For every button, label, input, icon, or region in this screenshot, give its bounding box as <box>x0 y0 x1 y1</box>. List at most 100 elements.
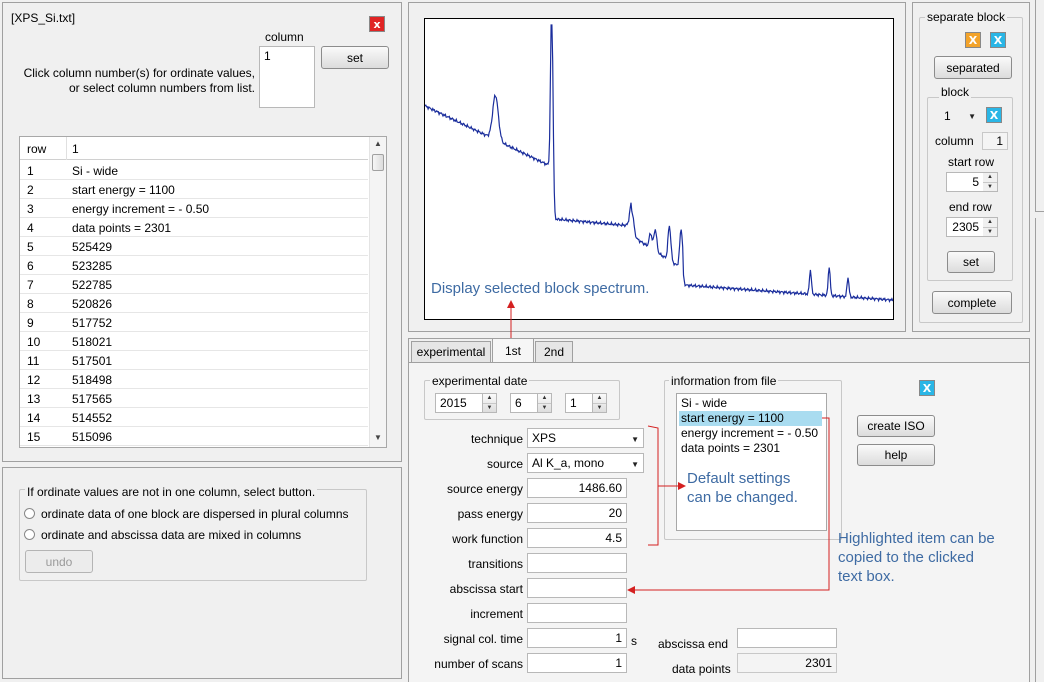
set-column-button[interactable]: set <box>321 46 389 69</box>
block-column-label: column <box>935 134 974 148</box>
radio-dispersed[interactable] <box>24 508 35 519</box>
blue-x-icon[interactable]: X <box>990 32 1006 48</box>
start-row-field[interactable]: 5 ▲ ▼ <box>946 172 998 192</box>
row-value: 517752 <box>72 316 113 330</box>
block-select[interactable]: 1 ▼ <box>939 105 981 126</box>
transitions-field[interactable] <box>527 553 627 573</box>
row-number: 2 <box>27 183 34 197</box>
source-value: Al K_a, mono <box>532 456 605 470</box>
table-row[interactable]: 13 517565 <box>20 389 368 408</box>
data-points-field: 2301 <box>737 653 837 673</box>
scroll-thumb[interactable] <box>372 154 384 171</box>
help-button[interactable]: help <box>857 444 935 466</box>
scroll-down-icon[interactable]: ▼ <box>370 433 386 445</box>
signal-time-field[interactable]: 1 <box>527 628 627 648</box>
info-listbox[interactable]: Si - wide start energy = 1100 energy incre… <box>676 393 827 531</box>
tab-experimental[interactable]: experimental <box>411 341 491 362</box>
scans-field[interactable]: 1 <box>527 653 627 673</box>
table-row[interactable]: 3 energy increment = - 0.50 <box>20 199 368 218</box>
table-row[interactable]: 6 523285 <box>20 256 368 275</box>
table-row[interactable]: 14 514552 <box>20 408 368 427</box>
info-list-item[interactable]: start energy = 1100 <box>679 411 822 426</box>
row-value: 517501 <box>72 354 113 368</box>
table-row[interactable]: 9 517752 <box>20 313 368 332</box>
table-row[interactable]: 5 525429 <box>20 237 368 256</box>
chevron-down-icon[interactable]: ▼ <box>968 112 976 121</box>
radio-mixed[interactable] <box>24 529 35 540</box>
day-spinner[interactable]: ▲ ▼ <box>592 394 606 412</box>
technique-select[interactable]: XPS ▼ <box>527 428 644 448</box>
default-settings-note: Default settings can be changed. <box>687 469 798 507</box>
month-spinner[interactable]: ▲ ▼ <box>537 394 551 412</box>
block-value: 1 <box>944 108 951 123</box>
info-list-item[interactable]: Si - wide <box>679 396 822 411</box>
instruction-line-1: Click column number(s) for ordinate valu… <box>23 66 255 80</box>
work-function-field[interactable]: 4.5 <box>527 528 627 548</box>
table-scrollbar[interactable]: ▲ ▼ <box>369 137 386 447</box>
tab-1st[interactable]: 1st <box>492 338 534 362</box>
start-row-spinner[interactable]: ▲ ▼ <box>983 173 997 191</box>
year-spinner[interactable]: ▲ ▼ <box>482 394 496 412</box>
table-row[interactable]: 10 518021 <box>20 332 368 351</box>
table-row[interactable]: 7 522785 <box>20 275 368 294</box>
complete-button[interactable]: complete <box>932 291 1012 314</box>
table-header: row 1 <box>20 137 368 160</box>
abscissa-end-label: abscissa end <box>658 637 729 651</box>
abscissa-end-field[interactable] <box>737 628 837 648</box>
table-row[interactable]: 4 data points = 2301 <box>20 218 368 237</box>
scans-label: number of scans <box>434 657 523 671</box>
info-list-item[interactable]: data points = 2301 <box>679 441 822 456</box>
row-value: 518021 <box>72 335 113 349</box>
info-close-icon[interactable]: X <box>919 380 935 396</box>
work-function-label: work function <box>452 532 523 546</box>
table-row[interactable]: 11 517501 <box>20 351 368 370</box>
radio-dispersed-label[interactable]: ordinate data of one block are dispersed… <box>41 507 349 521</box>
close-icon[interactable]: x <box>369 16 385 32</box>
technique-label: technique <box>470 432 523 446</box>
separated-button[interactable]: separated <box>934 56 1012 79</box>
abscissa-start-field[interactable] <box>527 578 627 598</box>
row-number: 6 <box>27 259 34 273</box>
table-row[interactable]: 1 Si - wide <box>20 161 368 180</box>
table-row[interactable]: 15 515096 <box>20 427 368 446</box>
source-select[interactable]: Al K_a, mono ▼ <box>527 453 644 473</box>
create-iso-button[interactable]: create ISO <box>857 415 935 437</box>
block-set-button[interactable]: set <box>947 251 995 273</box>
row-value: 525429 <box>72 240 113 254</box>
end-row-field[interactable]: 2305 ▲ ▼ <box>946 217 998 237</box>
row-value: start energy = 1100 <box>72 183 175 197</box>
source-label: source <box>486 457 523 471</box>
column-listbox[interactable]: 1 <box>259 46 315 108</box>
abscissa-start-label: abscissa start <box>449 582 523 596</box>
month-field[interactable]: 6 ▲ ▼ <box>510 393 552 413</box>
source-energy-field[interactable]: 1486.60 <box>527 478 627 498</box>
highlight-note-line-1: Highlighted item can be <box>838 530 995 547</box>
info-list-item[interactable]: energy increment = - 0.50 <box>679 426 822 441</box>
separate-block-title: separate block <box>925 10 1008 24</box>
right-edge-divider <box>1035 0 1044 212</box>
radio-mixed-label[interactable]: ordinate and abscissa data are mixed in … <box>41 528 301 542</box>
highlight-note: Highlighted item can be copied to the cl… <box>838 529 995 586</box>
table-row[interactable]: 2 start energy = 1100 <box>20 180 368 199</box>
orange-x-icon[interactable]: X <box>965 32 981 48</box>
day-field[interactable]: 1 ▲ ▼ <box>565 393 607 413</box>
info-list: Si - wide start energy = 1100 energy incre… <box>677 395 826 530</box>
increment-field[interactable] <box>527 603 627 623</box>
column-list-item[interactable]: 1 <box>264 49 271 63</box>
row-number: 9 <box>27 316 34 330</box>
undo-button[interactable]: undo <box>25 550 93 573</box>
end-row-spinner[interactable]: ▲ ▼ <box>983 218 997 236</box>
table-row[interactable]: 12 518498 <box>20 370 368 389</box>
row-number: 13 <box>27 392 41 406</box>
scroll-up-icon[interactable]: ▲ <box>370 139 386 151</box>
pass-energy-field[interactable]: 20 <box>527 503 627 523</box>
tab-2nd[interactable]: 2nd <box>535 341 573 362</box>
block-blue-x-icon[interactable]: X <box>986 107 1002 123</box>
header-row[interactable]: row <box>27 142 46 156</box>
year-field[interactable]: 2015 ▲ ▼ <box>435 393 497 413</box>
chevron-down-icon[interactable]: ▼ <box>631 435 639 444</box>
chevron-down-icon[interactable]: ▼ <box>631 460 639 469</box>
row-number: 4 <box>27 221 34 235</box>
header-col-1[interactable]: 1 <box>72 142 79 156</box>
table-row[interactable]: 8 520826 <box>20 294 368 313</box>
